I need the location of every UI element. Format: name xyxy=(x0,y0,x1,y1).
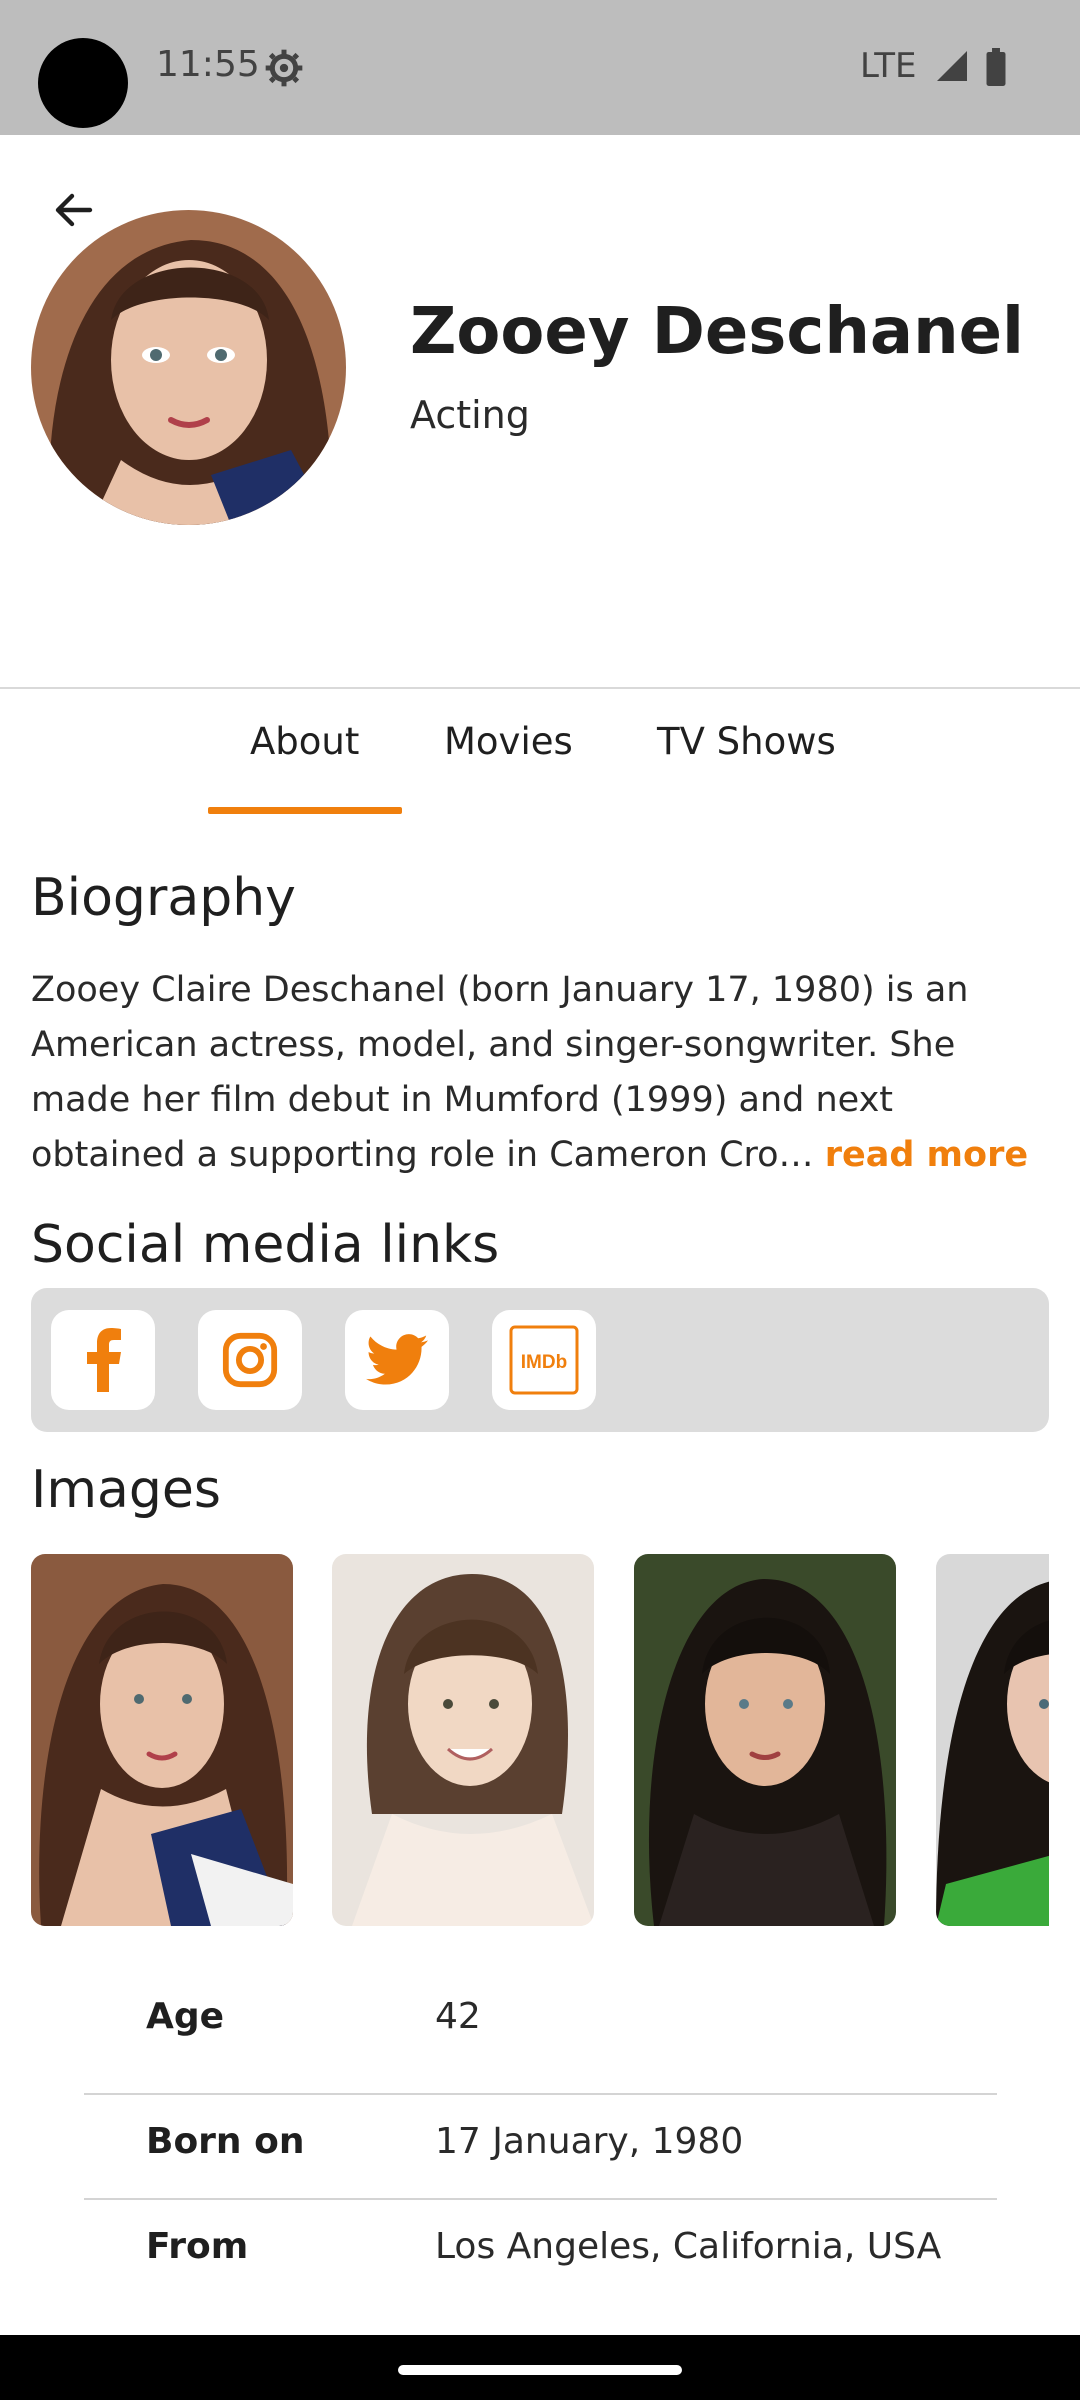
profile-image-3[interactable] xyxy=(634,1554,896,1926)
instagram-button[interactable] xyxy=(198,1310,302,1410)
svg-text:IMDb: IMDb xyxy=(521,1352,567,1373)
info-divider xyxy=(84,2198,997,2200)
images-heading: Images xyxy=(31,1460,221,1520)
person-name: Zooey Deschanel xyxy=(410,295,1024,369)
images-carousel[interactable] xyxy=(31,1554,1049,1926)
imdb-button[interactable]: IMDb xyxy=(492,1310,596,1410)
back-arrow-icon xyxy=(55,193,93,227)
instagram-icon xyxy=(222,1332,278,1388)
biography-heading: Biography xyxy=(31,868,296,928)
signal-icon xyxy=(937,51,967,81)
born-on-value: 17 January, 1980 xyxy=(435,2121,744,2162)
imdb-icon: IMDb xyxy=(509,1325,579,1395)
settings-gear-icon xyxy=(265,49,303,87)
biography-text: Zooey Claire Deschanel (born January 17,… xyxy=(31,963,1056,1183)
active-tab-indicator xyxy=(208,807,402,814)
age-label: Age xyxy=(146,1996,225,2037)
profile-avatar xyxy=(31,210,346,525)
tab-movies[interactable]: Movies xyxy=(444,720,573,763)
known-for-department: Acting xyxy=(410,393,530,437)
home-gesture-handle[interactable] xyxy=(398,2365,682,2375)
status-time: 11:55 xyxy=(156,44,260,85)
tab-about[interactable]: About xyxy=(250,720,359,763)
tab-tv-shows[interactable]: TV Shows xyxy=(657,720,836,763)
from-value: Los Angeles, California, USA xyxy=(435,2226,942,2267)
twitter-button[interactable] xyxy=(345,1310,449,1410)
social-links-panel: IMDb xyxy=(31,1288,1049,1432)
camera-cutout xyxy=(38,38,128,128)
social-links-heading: Social media links xyxy=(31,1215,500,1275)
twitter-icon xyxy=(366,1334,428,1385)
status-bar: 11:55 LTE xyxy=(0,0,1080,135)
info-divider xyxy=(84,2093,997,2095)
age-value: 42 xyxy=(435,1996,481,2037)
facebook-icon xyxy=(87,1328,121,1392)
read-more-link[interactable]: read more xyxy=(825,1135,1028,1175)
profile-image-1[interactable] xyxy=(31,1554,293,1926)
network-type: LTE xyxy=(860,46,917,86)
profile-image-4[interactable] xyxy=(936,1554,1049,1926)
facebook-button[interactable] xyxy=(51,1310,155,1410)
battery-icon xyxy=(986,48,1006,86)
back-button[interactable] xyxy=(44,180,104,240)
profile-image-2[interactable] xyxy=(332,1554,594,1926)
born-on-label: Born on xyxy=(146,2121,305,2162)
header-divider xyxy=(0,687,1080,689)
from-label: From xyxy=(146,2226,249,2267)
